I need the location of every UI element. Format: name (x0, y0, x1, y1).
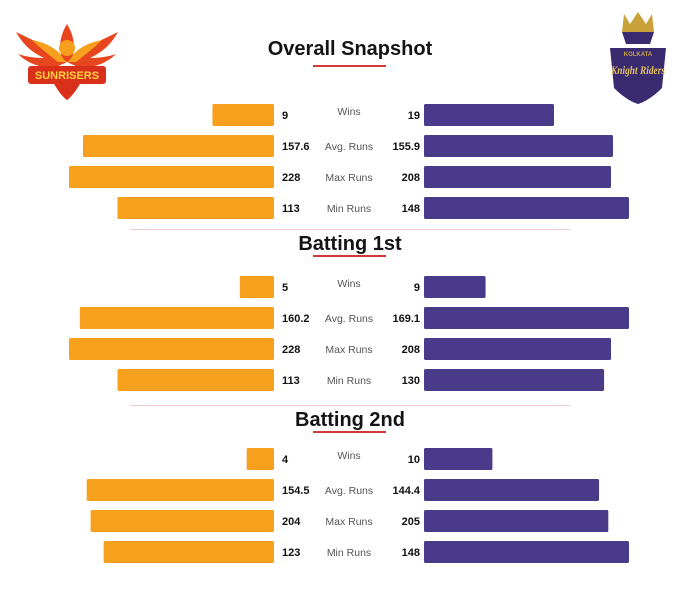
bar-kkr-avg-runs (424, 307, 629, 329)
category-label: Min Runs (327, 203, 371, 215)
value-label-srh: 4 (282, 454, 289, 466)
value-label-srh: 5 (282, 282, 288, 294)
value-label-srh: 113 (282, 203, 300, 215)
bar-srh-max-runs (69, 338, 274, 360)
category-label: Max Runs (325, 516, 372, 528)
bar-srh-wins (239, 276, 274, 298)
bar-srh-avg-runs (86, 479, 274, 501)
category-label: Wins (337, 278, 360, 290)
value-label-kkr: 208 (402, 172, 420, 184)
bar-srh-min-runs (117, 369, 274, 391)
bar-kkr-max-runs (424, 166, 612, 188)
value-label-kkr: 205 (402, 516, 420, 528)
bar-kkr-wins (424, 276, 486, 298)
value-label-kkr: 19 (408, 110, 420, 122)
category-label: Wins (337, 450, 360, 462)
bar-srh-min-runs (103, 541, 274, 563)
category-label: Max Runs (325, 344, 372, 356)
value-label-kkr: 130 (402, 375, 420, 387)
value-label-srh: 123 (282, 547, 300, 559)
bar-srh-min-runs (117, 197, 274, 219)
bar-srh-max-runs (69, 166, 274, 188)
bar-srh-wins (246, 448, 274, 470)
category-label: Avg. Runs (325, 313, 373, 325)
value-label-kkr: 148 (402, 547, 420, 559)
category-label: Avg. Runs (325, 485, 373, 497)
value-label-kkr: 144.4 (392, 485, 420, 497)
value-label-srh: 160.2 (282, 313, 310, 325)
value-label-kkr: 208 (402, 344, 420, 356)
category-label: Min Runs (327, 547, 371, 559)
value-label-srh: 9 (282, 110, 288, 122)
value-label-kkr: 155.9 (392, 141, 420, 153)
bar-kkr-wins (424, 448, 493, 470)
bar-kkr-wins (424, 104, 554, 126)
bar-kkr-max-runs (424, 510, 609, 532)
category-label: Wins (337, 106, 360, 118)
bar-kkr-min-runs (424, 197, 629, 219)
value-label-srh: 228 (282, 344, 300, 356)
value-label-srh: 204 (282, 516, 301, 528)
comparison-bar-charts: 9 19 Wins 157.6 155.9 Avg. Runs 228 208 Max Runs… (69, 104, 629, 563)
value-label-kkr: 148 (402, 203, 420, 215)
category-label: Avg. Runs (325, 141, 373, 153)
value-label-srh: 154.5 (282, 485, 310, 497)
value-label-kkr: 169.1 (392, 313, 420, 325)
bar-srh-avg-runs (79, 307, 274, 329)
bar-srh-max-runs (90, 510, 274, 532)
bar-kkr-max-runs (424, 338, 612, 360)
bar-kkr-avg-runs (424, 479, 600, 501)
bar-srh-wins (212, 104, 274, 126)
bar-kkr-min-runs (424, 369, 605, 391)
value-label-srh: 228 (282, 172, 300, 184)
bar-kkr-avg-runs (424, 135, 613, 157)
value-label-kkr: 10 (408, 454, 420, 466)
category-label: Min Runs (327, 375, 371, 387)
value-label-kkr: 9 (414, 282, 420, 294)
category-label: Max Runs (325, 172, 372, 184)
bar-kkr-min-runs (424, 541, 629, 563)
value-label-srh: 113 (282, 375, 300, 387)
bar-srh-avg-runs (82, 135, 274, 157)
value-label-srh: 157.6 (282, 141, 310, 153)
